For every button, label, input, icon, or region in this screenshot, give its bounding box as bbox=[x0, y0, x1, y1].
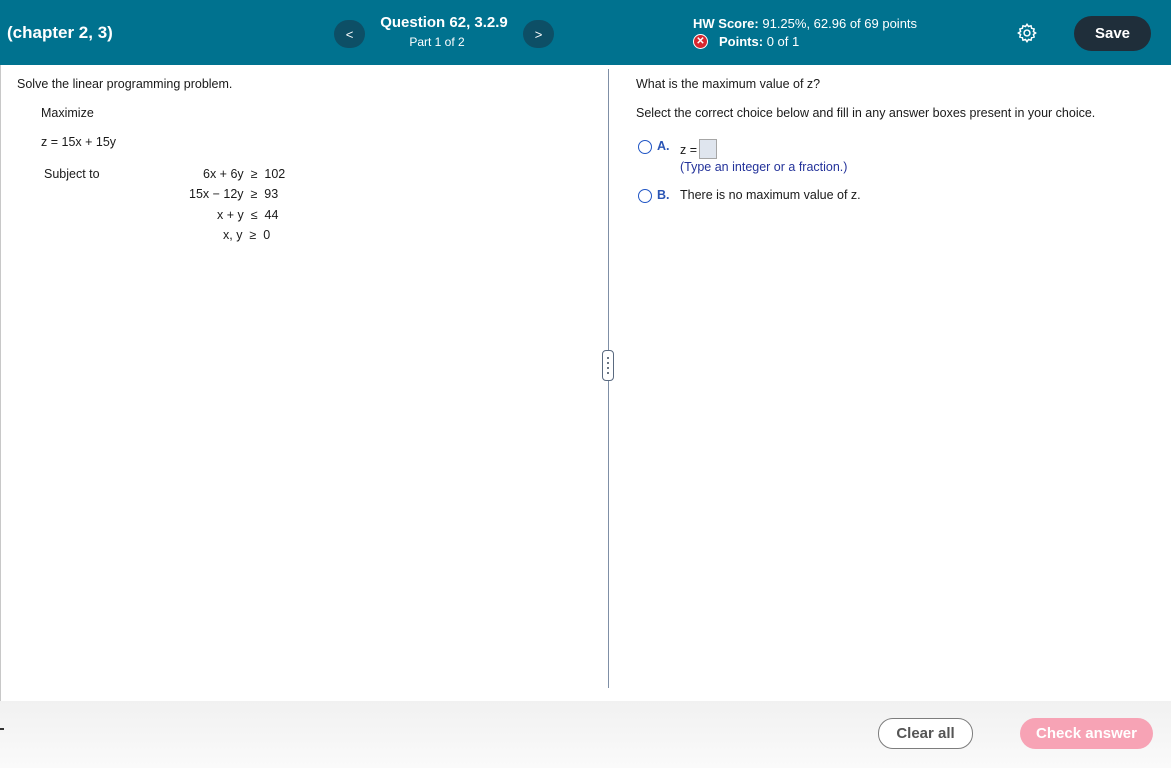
hw-score-label: HW Score: bbox=[693, 16, 759, 31]
clear-all-button[interactable]: Clear all bbox=[878, 718, 973, 749]
constraint-1: 6x + 6y ≥ 102 bbox=[203, 167, 286, 181]
option-a-text: z = bbox=[680, 143, 698, 157]
answer-format-hint: (Type an integer or a fraction.) bbox=[680, 160, 848, 174]
top-header-bar: (chapter 2, 3) < Question 62, 3.2.9 Part… bbox=[0, 0, 1171, 65]
chevron-left-icon: < bbox=[345, 26, 354, 42]
constraint-2: 15x − 12y ≥ 93 bbox=[189, 187, 279, 201]
hw-score: HW Score: 91.25%, 62.96 of 69 points bbox=[693, 16, 917, 31]
footer-bar bbox=[0, 701, 1171, 768]
subject-to-label: Subject to bbox=[44, 167, 100, 181]
option-b-radio[interactable] bbox=[638, 189, 652, 203]
points-label: Points: bbox=[719, 34, 764, 49]
question-instruction: Select the correct choice below and fill… bbox=[636, 106, 1096, 120]
panel-resize-handle[interactable] bbox=[602, 350, 614, 381]
hw-score-value: 91.25%, 62.96 of 69 points bbox=[762, 16, 918, 31]
left-panel-border bbox=[0, 65, 1, 701]
answer-input-box[interactable] bbox=[699, 139, 717, 159]
constraint-3: x + y ≤ 44 bbox=[217, 208, 279, 222]
points-status: ✕ Points: 0 of 1 bbox=[693, 34, 799, 49]
previous-question-button[interactable]: < bbox=[334, 20, 365, 48]
incorrect-x-icon: ✕ bbox=[693, 34, 708, 49]
check-answer-button[interactable]: Check answer bbox=[1020, 718, 1153, 749]
question-prompt: What is the maximum value of z? bbox=[636, 77, 821, 91]
option-a-radio[interactable] bbox=[638, 140, 652, 154]
option-b-letter: B. bbox=[657, 188, 670, 202]
objective-function: z = 15x + 15y bbox=[41, 135, 117, 149]
option-a-letter: A. bbox=[657, 139, 670, 153]
option-b-text: There is no maximum value of z. bbox=[680, 188, 861, 202]
question-title: Question 62, 3.2.9 bbox=[380, 14, 508, 31]
points-value: 0 of 1 bbox=[766, 34, 800, 49]
corner-mark bbox=[0, 728, 4, 730]
save-button[interactable]: Save bbox=[1074, 16, 1151, 51]
next-question-button[interactable]: > bbox=[523, 20, 554, 48]
problem-intro: Solve the linear programming problem. bbox=[17, 77, 233, 91]
gear-icon[interactable] bbox=[1016, 22, 1038, 44]
assignment-title: (chapter 2, 3) bbox=[7, 23, 113, 42]
question-part: Part 1 of 2 bbox=[409, 35, 465, 49]
constraint-4: x, y ≥ 0 bbox=[223, 228, 271, 242]
objective-type: Maximize bbox=[41, 106, 94, 120]
chevron-right-icon: > bbox=[534, 26, 543, 42]
